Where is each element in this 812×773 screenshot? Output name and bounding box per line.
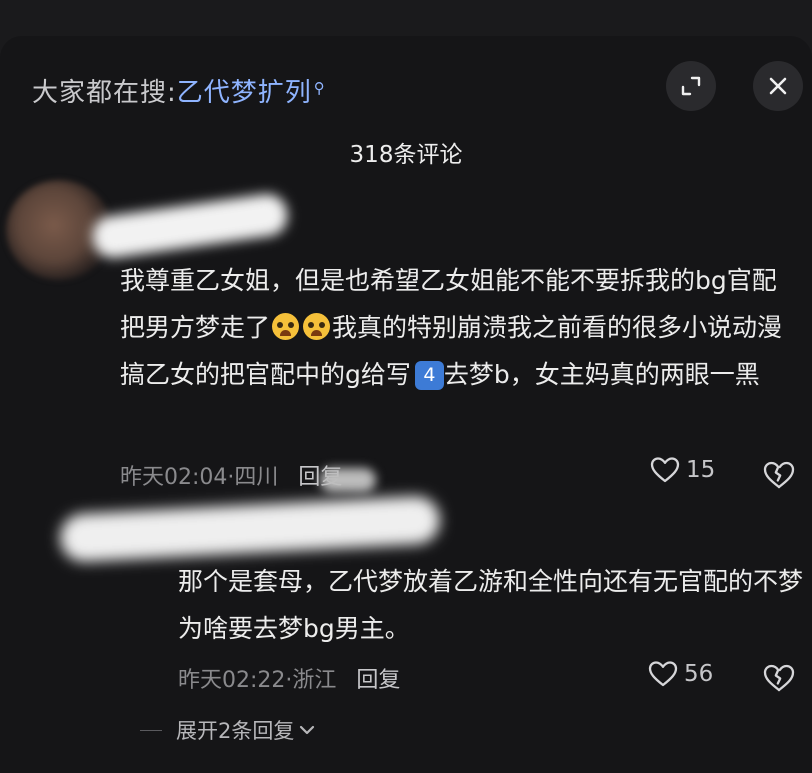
crying-face-emoji <box>272 313 300 340</box>
comment-text: 我尊重乙女姐，但是也希望乙女姐能不能不要拆我的bg官配把男方梦走了 我真的特别崩溃… <box>120 266 783 390</box>
search-keyword[interactable]: 乙代梦扩列 <box>177 78 312 108</box>
comment-time: 昨天02:04 <box>120 465 228 490</box>
reply-time: 昨天02:22 <box>178 668 286 693</box>
search-suggestion[interactable]: 大家都在搜:乙代梦扩列 ⚲ <box>32 72 326 109</box>
reply-meta: 昨天02:22·浙江 回复 <box>178 668 401 693</box>
like-count: 56 <box>684 661 714 687</box>
comment-meta: 昨天02:04·四川回复 <box>120 459 342 491</box>
reply-text: 那个是套母，乙代梦放着乙游和全性向还有无官配的不梦为啥要去梦bg男主。 <box>178 567 804 643</box>
like-button[interactable]: 15 <box>650 456 715 484</box>
heart-icon <box>650 457 680 483</box>
close-icon <box>769 77 787 95</box>
reply-button[interactable]: 回复 <box>356 668 400 693</box>
broken-heart-icon[interactable] <box>762 458 796 492</box>
broken-heart-icon[interactable] <box>762 661 796 695</box>
comment-location: 四川 <box>234 465 279 490</box>
redaction-smudge <box>320 468 376 492</box>
close-button[interactable] <box>753 61 803 111</box>
like-button[interactable]: 56 <box>648 660 713 688</box>
divider-line <box>140 729 162 731</box>
like-count: 15 <box>686 457 716 483</box>
search-icon: ⚲ <box>313 79 326 97</box>
expand-icon <box>681 76 701 96</box>
comment-count: 318条评论 <box>349 142 463 168</box>
search-prefix: 大家都在搜: <box>32 78 177 108</box>
expand-replies-button[interactable]: 展开2条回复 <box>140 715 316 745</box>
expand-button[interactable] <box>666 61 716 111</box>
reply-location: 浙江 <box>292 668 337 693</box>
crying-face-emoji <box>303 313 331 340</box>
chevron-down-icon <box>300 725 315 735</box>
expand-replies-label: 展开2条回复 <box>176 719 295 743</box>
heart-icon <box>648 661 678 687</box>
keycap-four-emoji: 4 <box>414 361 444 390</box>
